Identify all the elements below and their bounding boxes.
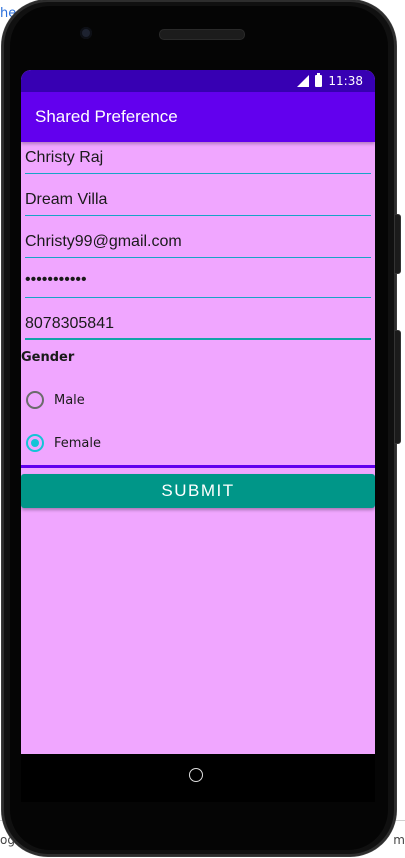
app-title: Shared Preference	[35, 107, 178, 126]
password-field-value: •••••••••••	[25, 271, 87, 288]
password-field[interactable]: •••••••••••	[25, 268, 371, 298]
volume-button[interactable]	[394, 214, 401, 274]
name-field[interactable]: Christy Raj	[25, 144, 371, 174]
address-field-value: Dream Villa	[25, 191, 108, 208]
power-button[interactable]	[394, 330, 401, 444]
address-field[interactable]: Dream Villa	[25, 186, 371, 216]
app-bar: Shared Preference	[21, 92, 375, 142]
form-divider	[21, 465, 375, 468]
app-screen: 11:38 Shared Preference Christy Raj Drea…	[21, 70, 375, 754]
radio-female-label: Female	[54, 435, 102, 451]
email-field[interactable]: Christy99@gmail.com	[25, 228, 371, 258]
background-text-bottom-right: m	[393, 833, 405, 847]
phone-field[interactable]: 8078305841	[25, 310, 371, 340]
signal-icon	[297, 75, 310, 87]
phone-field-value: 8078305841	[25, 315, 114, 332]
battery-icon	[315, 73, 323, 87]
status-icons: 11:38	[297, 73, 363, 89]
radio-unchecked-icon[interactable]	[26, 391, 44, 409]
radio-female[interactable]: Female	[26, 433, 101, 453]
emulator-stage: he og m 11:38 Shared Preference Christy …	[0, 0, 405, 858]
radio-checked-icon[interactable]	[26, 434, 44, 452]
status-bar: 11:38	[21, 70, 375, 92]
radio-male-label: Male	[54, 392, 85, 408]
status-time: 11:38	[328, 74, 363, 88]
submit-button[interactable]: SUBMIT	[21, 474, 375, 508]
home-button[interactable]	[189, 768, 203, 782]
email-field-value: Christy99@gmail.com	[25, 233, 182, 250]
earpiece-speaker	[159, 29, 245, 40]
name-field-value: Christy Raj	[25, 149, 104, 166]
gender-label: Gender	[21, 350, 75, 365]
front-camera-icon	[80, 27, 92, 39]
radio-male[interactable]: Male	[26, 390, 85, 410]
